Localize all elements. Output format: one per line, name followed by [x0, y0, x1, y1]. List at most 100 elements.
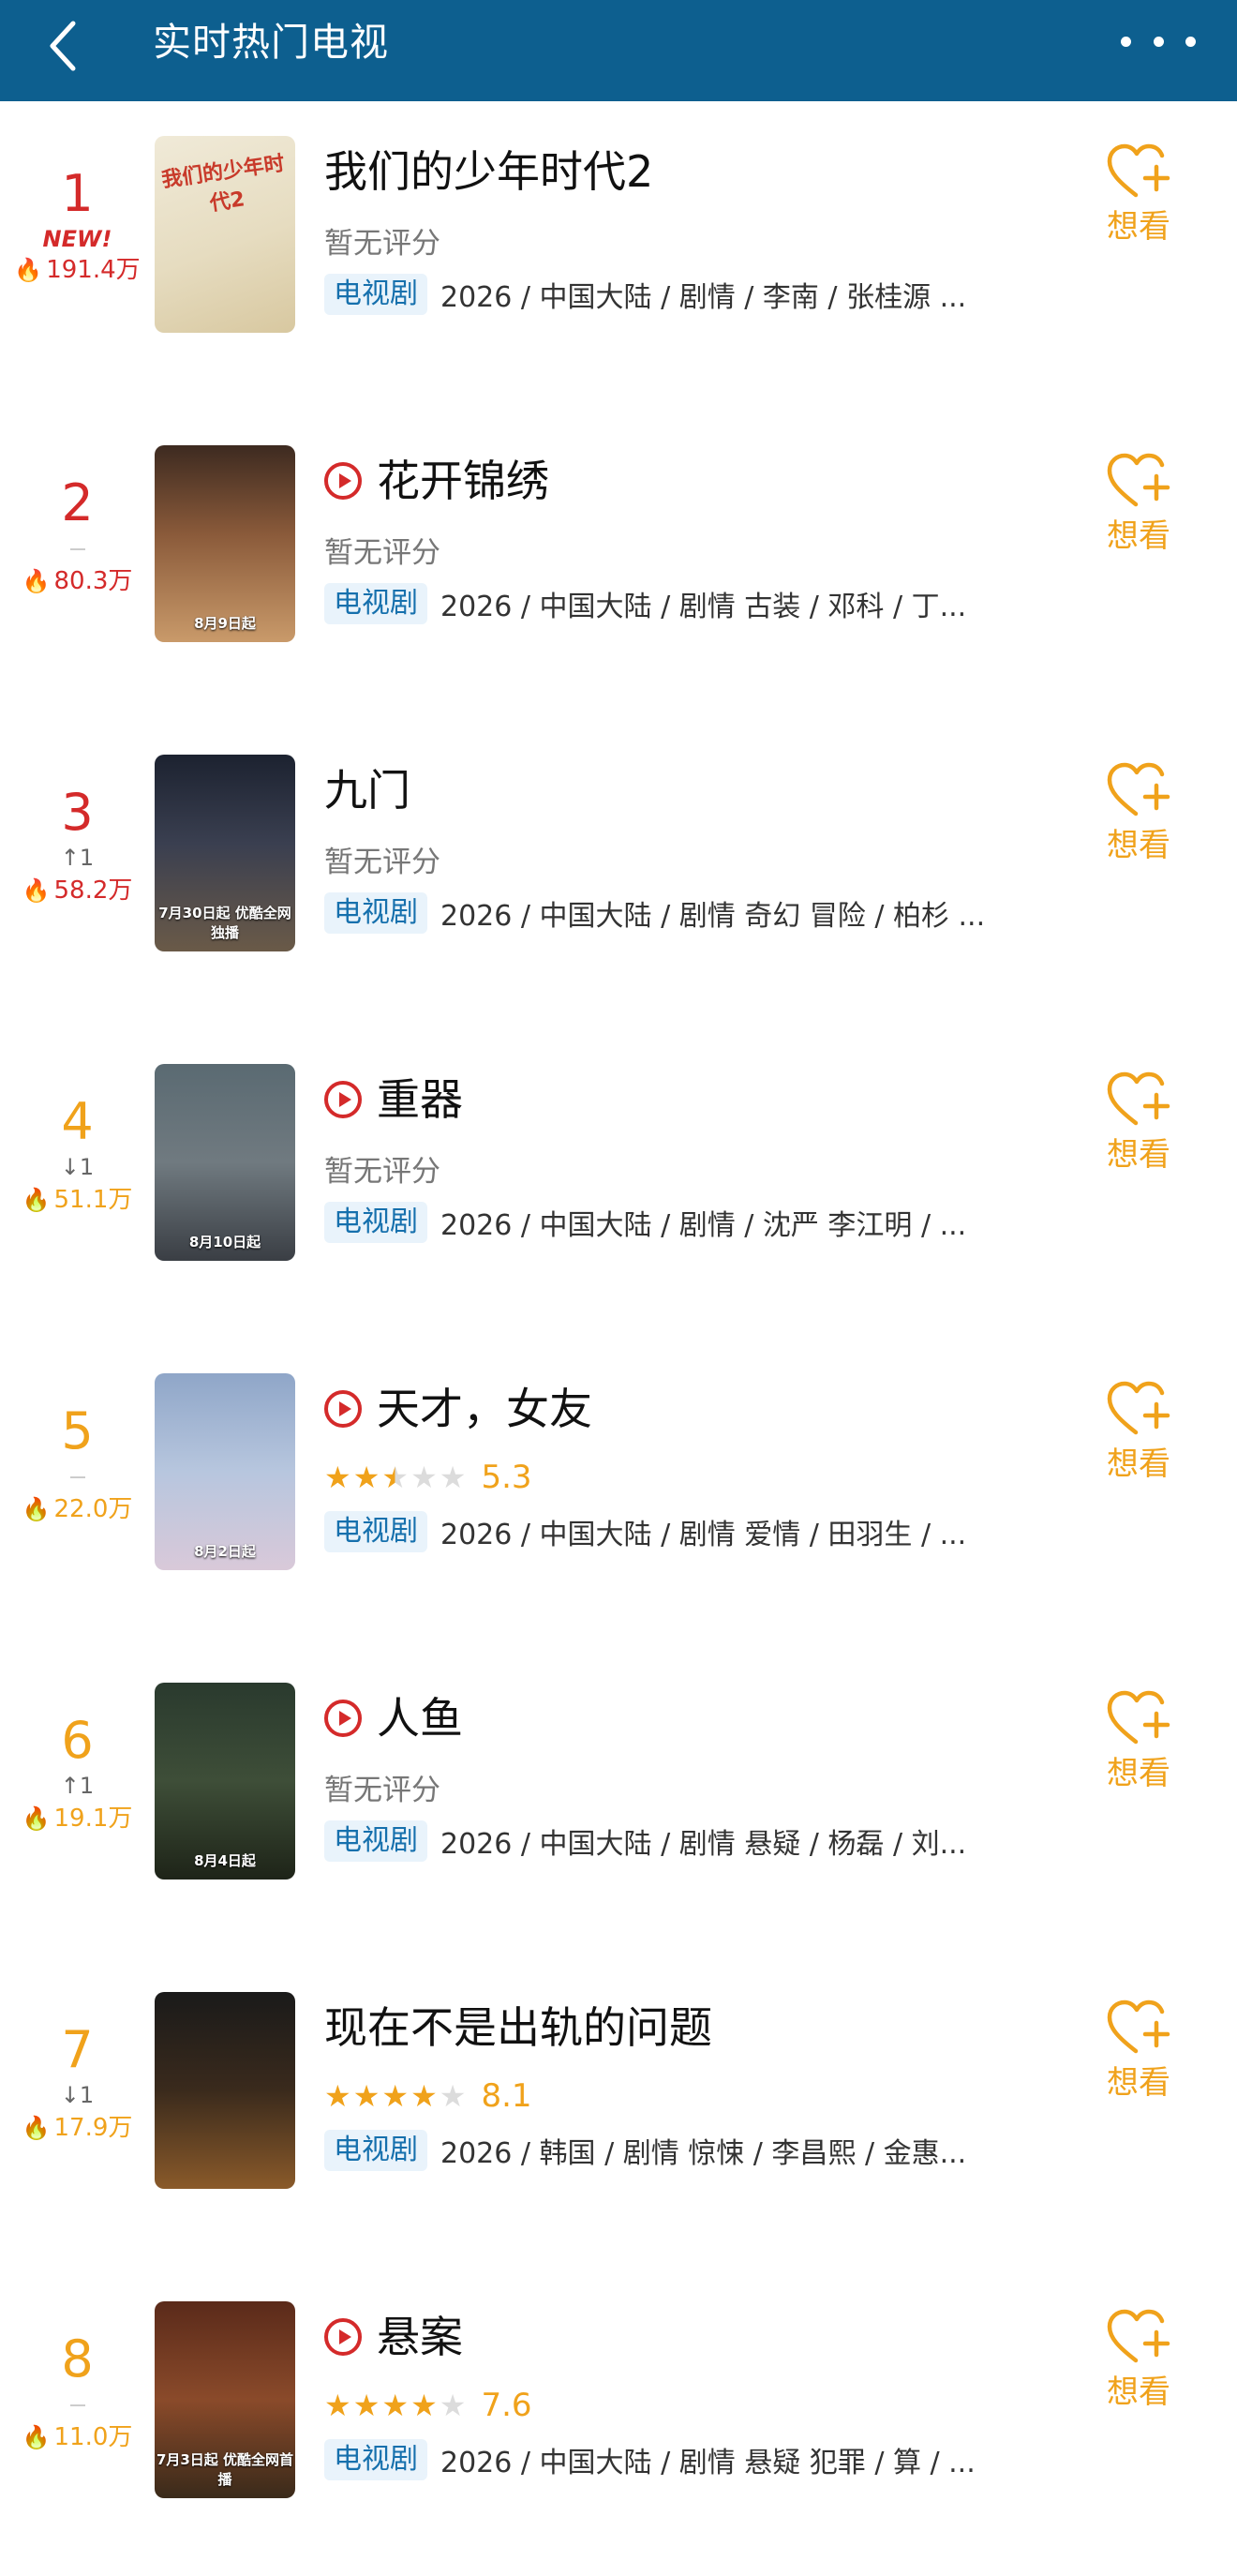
meta-text: 2026 / 中国大陆 / 剧情 / 李南 / 张桂源 ...	[440, 281, 967, 314]
heart-plus-icon	[1107, 1381, 1170, 1435]
want-label: 想看	[1107, 1755, 1170, 1792]
item-title[interactable]: 花开锦绣	[377, 453, 549, 509]
heart-plus-icon	[1107, 1999, 1170, 2054]
category-tag: 电视剧	[324, 2439, 427, 2480]
list-item[interactable]: 8 🔥 11.0万 7月3日起 优酷全网首播 悬案 ★ ★ ★ ★ ★ 7.6 电视剧 2026 / 中…	[0, 2267, 1237, 2576]
item-title[interactable]: 我们的少年时代2	[324, 143, 653, 200]
meta-line: 电视剧 2026 / 中国大陆 / 剧情 古装 / 邓科 / 丁...	[324, 581, 1065, 626]
poster-image[interactable]: 8月2日起	[155, 1373, 295, 1570]
item-info: 九门 暂无评分 电视剧 2026 / 中国大陆 / 剧情 奇幻 冒险 / 柏杉 ...	[324, 757, 1065, 936]
flame-icon: 🔥	[22, 1187, 51, 1213]
star-icon: ★	[439, 1460, 467, 1495]
heat-text: 80.3万	[53, 567, 133, 595]
meta-line: 电视剧 2026 / 中国大陆 / 剧情 爱情 / 田羽生 / ...	[324, 1509, 1065, 1554]
rank-number: 5	[61, 1401, 94, 1460]
poster-image[interactable]: 我们的少年时代2	[155, 136, 295, 333]
rank-change	[0, 532, 155, 564]
category-tag: 电视剧	[324, 2130, 427, 2171]
heart-plus-icon	[1107, 1071, 1170, 1126]
no-change-dash	[69, 2404, 85, 2406]
want-to-watch-button[interactable]: 想看	[1096, 1069, 1181, 1174]
title-line: 人鱼	[324, 1685, 1065, 1751]
poster-image[interactable]	[155, 1992, 295, 2189]
heart-plus-icon	[1107, 1690, 1170, 1745]
heart-plus-icon	[1107, 453, 1170, 507]
star-icon: ★	[410, 1460, 438, 1495]
heat-value: 🔥 80.3万	[0, 564, 155, 598]
play-icon[interactable]	[324, 1390, 362, 1428]
play-icon[interactable]	[324, 462, 362, 500]
want-to-watch-button[interactable]: 想看	[1096, 141, 1181, 246]
poster-image[interactable]: 7月30日起 优酷全网独播	[155, 755, 295, 951]
star-icon: ★	[324, 2078, 351, 2114]
heat-text: 22.0万	[53, 1495, 133, 1523]
rating-line: 暂无评分	[324, 838, 1065, 879]
category-tag: 电视剧	[324, 1202, 427, 1243]
item-info: 天才，女友 ★ ★ ★ ★ ★ 5.3 电视剧 2026 / 中国大陆 / 剧情 爱情 / 田羽…	[324, 1376, 1065, 1554]
title-line: 花开锦绣	[324, 448, 1065, 514]
meta-text: 2026 / 中国大陆 / 剧情 奇幻 冒险 / 柏杉 ...	[440, 900, 986, 933]
want-to-watch-button[interactable]: 想看	[1096, 2306, 1181, 2411]
meta-text: 2026 / 中国大陆 / 剧情 / 沈严 李江明 / ...	[440, 1209, 967, 1242]
list-item[interactable]: 3 ↑1 🔥 58.2万 7月30日起 优酷全网独播 九门 暂无评分 电视剧 2026 / 中国…	[0, 720, 1237, 1029]
list-item[interactable]: 5 🔥 22.0万 8月2日起 天才，女友 ★ ★ ★ ★ ★ 5.3 电视剧 2026 / 中国大陆 …	[0, 1339, 1237, 1648]
flame-icon: 🔥	[22, 2424, 51, 2450]
rank-number: 1	[61, 164, 94, 223]
want-label: 想看	[1107, 1136, 1170, 1174]
poster-image[interactable]: 8月4日起	[155, 1683, 295, 1880]
poster-image[interactable]: 8月10日起	[155, 1064, 295, 1261]
poster-caption: 8月2日起	[194, 1543, 256, 1560]
page-title: 实时热门电视	[153, 20, 389, 65]
list-item[interactable]: 7 ↓1 🔥 17.9万 现在不是出轨的问题 ★ ★ ★ ★ ★ 8.1 电视剧 2026 / 韩国 /…	[0, 1957, 1237, 2267]
item-title[interactable]: 天才，女友	[377, 1381, 592, 1437]
flame-icon: 🔥	[22, 1496, 51, 1522]
rating-line: 暂无评分	[324, 1147, 1065, 1189]
item-title[interactable]: 现在不是出轨的问题	[324, 1999, 712, 2056]
want-to-watch-button[interactable]: 想看	[1096, 1687, 1181, 1792]
no-change-dash	[69, 1476, 85, 1478]
rank-column: 1 NEW! 🔥 191.4万	[0, 165, 155, 287]
star-icon: ★	[439, 2078, 467, 2114]
rating-line: ★ ★ ★ ★ ★ 5.3	[324, 1457, 1065, 1498]
want-to-watch-button[interactable]: 想看	[1096, 1378, 1181, 1483]
poster-image[interactable]: 7月3日起 优酷全网首播	[155, 2301, 295, 2498]
item-title[interactable]: 重器	[377, 1071, 463, 1128]
item-info: 我们的少年时代2 暂无评分 电视剧 2026 / 中国大陆 / 剧情 / 李南 / 张…	[324, 139, 1065, 317]
more-dots-icon[interactable]	[1121, 22, 1196, 60]
meta-text: 2026 / 中国大陆 / 剧情 古装 / 邓科 / 丁...	[440, 591, 967, 623]
back-arrow-icon[interactable]	[36, 13, 92, 79]
flame-icon: 🔥	[14, 257, 43, 283]
rank-column: 2 🔥 80.3万	[0, 474, 155, 598]
flame-icon: 🔥	[22, 568, 51, 594]
star-icon: ★	[352, 2078, 380, 2114]
list-item[interactable]: 6 ↑1 🔥 19.1万 8月4日起 人鱼 暂无评分 电视剧 2026 / 中国大陆 / 剧情 …	[0, 1648, 1237, 1957]
rank-number: 4	[61, 1092, 94, 1151]
rating-line: 暂无评分	[324, 1766, 1065, 1807]
meta-text: 2026 / 中国大陆 / 剧情 悬疑 / 杨磊 / 刘...	[440, 1828, 967, 1861]
play-icon[interactable]	[324, 1700, 362, 1737]
rank-number: 2	[61, 473, 94, 532]
item-title[interactable]: 人鱼	[377, 1690, 463, 1746]
want-to-watch-button[interactable]: 想看	[1096, 759, 1181, 864]
play-icon[interactable]	[324, 2318, 362, 2356]
heat-value: 🔥 19.1万	[0, 1802, 155, 1835]
no-rating-text: 暂无评分	[324, 845, 440, 879]
heat-text: 58.2万	[53, 876, 133, 905]
list-item[interactable]: 1 NEW! 🔥 191.4万 我们的少年时代2 我们的少年时代2 暂无评分 电视剧 2026 …	[0, 101, 1237, 411]
item-title[interactable]: 九门	[324, 762, 410, 818]
heat-value: 🔥 51.1万	[0, 1183, 155, 1217]
rating-score: 5.3	[481, 1459, 532, 1496]
play-icon[interactable]	[324, 1081, 362, 1118]
heart-plus-icon	[1107, 143, 1170, 198]
poster-image[interactable]: 8月9日起	[155, 445, 295, 642]
list-item[interactable]: 2 🔥 80.3万 8月9日起 花开锦绣 暂无评分 电视剧 2026 / 中国大陆 / 剧情 …	[0, 411, 1237, 720]
item-title[interactable]: 悬案	[377, 2309, 463, 2365]
meta-line: 电视剧 2026 / 中国大陆 / 剧情 悬疑 / 杨磊 / 刘...	[324, 1819, 1065, 1864]
title-line: 现在不是出轨的问题	[324, 1995, 1065, 2060]
want-to-watch-button[interactable]: 想看	[1096, 1997, 1181, 2102]
star-icon: ★	[410, 2388, 438, 2423]
want-label: 想看	[1107, 208, 1170, 246]
want-to-watch-button[interactable]: 想看	[1096, 450, 1181, 555]
list-item[interactable]: 4 ↓1 🔥 51.1万 8月10日起 重器 暂无评分 电视剧 2026 / 中国大陆 / 剧情…	[0, 1029, 1237, 1339]
heart-plus-icon	[1107, 762, 1170, 816]
